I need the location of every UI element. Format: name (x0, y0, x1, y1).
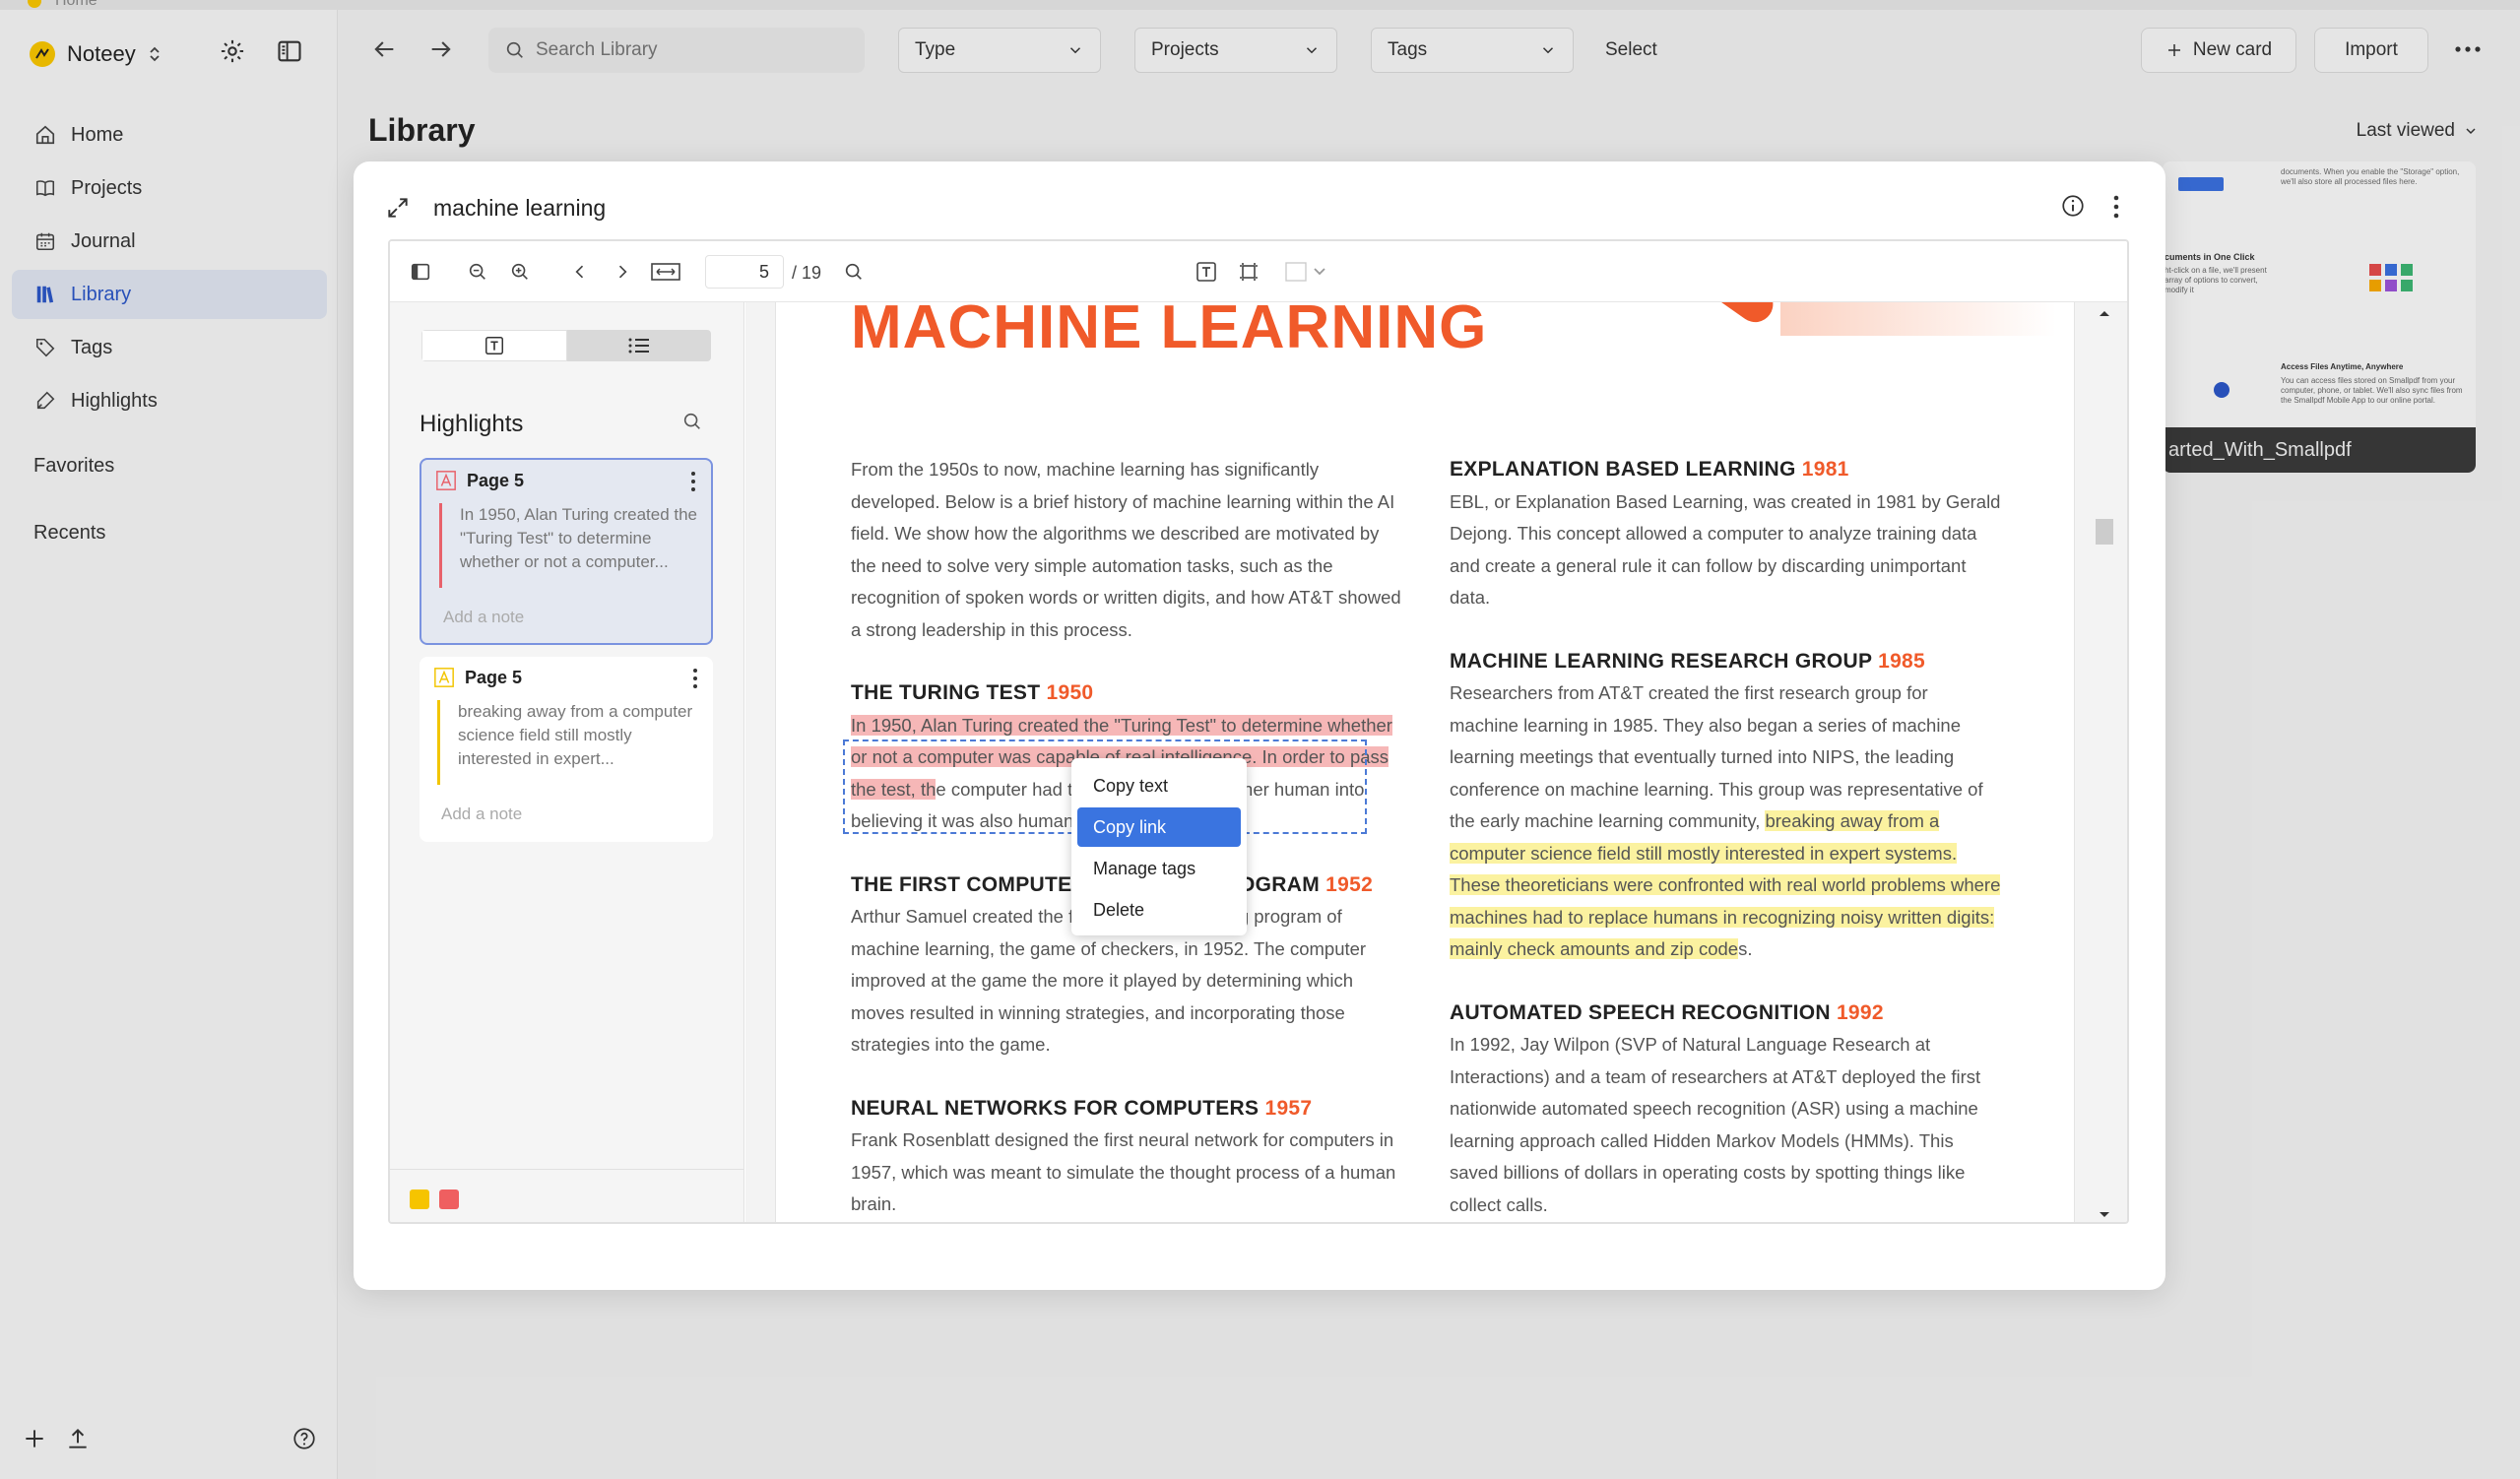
highlight-quote: breaking away from a computer science fi… (437, 700, 697, 785)
add-note-field[interactable]: Add a note (441, 804, 522, 824)
highlights-search-icon[interactable] (681, 411, 703, 432)
document-scrollbar[interactable] (2080, 302, 2127, 1222)
section-heading-text: AUTOMATED SPEECH RECOGNITION (1450, 1000, 1831, 1024)
section-year: 1985 (1878, 649, 1926, 673)
pdf-viewer: 5 / 19 Highlights Page 5 In 1950, Alan T… (388, 239, 2129, 1224)
document-page: MACHINE LEARNING From the 1950s to now, … (775, 302, 2075, 1222)
menu-item-delete[interactable]: Delete (1077, 890, 1241, 930)
document-preview-modal: machine learning 5 / 19 Highlights Page … (354, 161, 2165, 1290)
highlight-options-icon[interactable] (691, 667, 699, 690)
highlight-marker-icon (433, 667, 455, 688)
section-heading: NEURAL NETWORKS FOR COMPUTERS 1957 (851, 1093, 1402, 1125)
decorative-stroke (1662, 302, 1780, 330)
toggle-panel-icon[interactable] (406, 257, 435, 287)
intro-paragraph[interactable]: From the 1950s to now, machine learning … (851, 454, 1402, 646)
highlights-side-panel: Highlights Page 5 In 1950, Alan Turing c… (390, 302, 744, 1222)
area-select-tool-icon[interactable] (1234, 257, 1263, 287)
paragraph-text: s. (1738, 938, 1753, 959)
zoom-in-icon[interactable] (505, 257, 535, 287)
document-right-column: EXPLANATION BASED LEARNING 1981 EBL, or … (1450, 454, 2001, 1221)
document-canvas: MACHINE LEARNING From the 1950s to now, … (745, 302, 2127, 1222)
add-note-field[interactable]: Add a note (443, 608, 524, 627)
panel-view-toggle (421, 330, 711, 361)
highlight-options-icon[interactable] (689, 470, 697, 493)
menu-item-copy-link[interactable]: Copy link (1077, 807, 1241, 847)
menu-item-copy-text[interactable]: Copy text (1077, 766, 1241, 805)
highlights-panel-title: Highlights (420, 411, 524, 437)
section-heading-text: MACHINE LEARNING RESEARCH GROUP (1450, 649, 1872, 673)
section-year: 1992 (1836, 1000, 1884, 1024)
section-heading-text: THE TURING TEST (851, 681, 1041, 704)
section-year: 1950 (1046, 681, 1094, 704)
expand-icon[interactable] (385, 195, 411, 221)
paragraph-text: Researchers from AT&T created the first … (1450, 682, 1983, 831)
viewer-toolbar: 5 / 19 (390, 241, 2127, 302)
fit-width-icon[interactable] (648, 257, 683, 287)
section-year: 1957 (1264, 1096, 1313, 1120)
page-number-input[interactable]: 5 (705, 255, 784, 289)
red-color-swatch[interactable] (439, 1190, 459, 1209)
text-select-tool-icon[interactable] (1192, 257, 1221, 287)
section-heading: AUTOMATED SPEECH RECOGNITION 1992 (1450, 997, 2001, 1030)
speech-recognition-paragraph[interactable]: In 1992, Jay Wilpon (SVP of Natural Lang… (1450, 1029, 2001, 1221)
highlight-quote: In 1950, Alan Turing created the "Turing… (439, 503, 699, 588)
highlight-card[interactable]: Page 5 In 1950, Alan Turing created the … (420, 458, 713, 645)
highlight-color-picker[interactable] (1282, 257, 1331, 287)
decorative-gradient (1780, 302, 2056, 336)
yellow-color-swatch[interactable] (410, 1190, 429, 1209)
neural-networks-paragraph[interactable]: Frank Rosenblatt designed the first neur… (851, 1125, 1402, 1221)
yellow-highlighted-text[interactable]: breaking away from a computer science fi… (1450, 810, 2001, 959)
ebl-paragraph[interactable]: EBL, or Explanation Based Learning, was … (1450, 486, 2001, 614)
modal-kebab-icon[interactable] (2110, 193, 2122, 221)
scroll-up-icon[interactable] (2098, 308, 2111, 318)
section-heading-text: EXPLANATION BASED LEARNING (1450, 458, 1796, 481)
scroll-down-icon[interactable] (2098, 1210, 2111, 1220)
highlight-page-label: Page 5 (467, 470, 525, 490)
page-total: / 19 (792, 263, 822, 283)
section-year: 1981 (1801, 458, 1849, 481)
highlight-colors-bar (390, 1169, 743, 1222)
section-year: 1952 (1325, 872, 1374, 896)
find-in-document-icon[interactable] (839, 257, 869, 287)
section-heading: MACHINE LEARNING RESEARCH GROUP 1985 (1450, 646, 2001, 678)
research-group-paragraph[interactable]: Researchers from AT&T created the first … (1450, 677, 2001, 966)
highlight-page: Page 5 (435, 470, 524, 491)
section-heading: THE TURING TEST 1950 (851, 677, 1402, 710)
previous-page-icon[interactable] (565, 257, 595, 287)
highlight-page-label: Page 5 (465, 667, 523, 687)
text-view-icon (484, 335, 505, 356)
context-menu: Copy text Copy link Manage tags Delete (1071, 758, 1247, 935)
modal-title: machine learning (433, 195, 607, 221)
document-title: MACHINE LEARNING (851, 302, 1488, 361)
info-icon[interactable] (2060, 193, 2086, 219)
highlight-page: Page 5 (433, 667, 522, 688)
scrollbar-thumb[interactable] (2096, 519, 2113, 545)
highlight-card[interactable]: Page 5 breaking away from a computer sci… (420, 657, 713, 842)
list-view-tab[interactable] (567, 330, 711, 361)
list-view-icon (627, 335, 651, 356)
section-heading-text: NEURAL NETWORKS FOR COMPUTERS (851, 1096, 1260, 1120)
section-heading: EXPLANATION BASED LEARNING 1981 (1450, 454, 2001, 486)
highlight-marker-icon (435, 470, 457, 491)
text-view-tab[interactable] (421, 330, 567, 361)
zoom-out-icon[interactable] (463, 257, 492, 287)
menu-item-manage-tags[interactable]: Manage tags (1077, 849, 1241, 888)
next-page-icon[interactable] (608, 257, 637, 287)
